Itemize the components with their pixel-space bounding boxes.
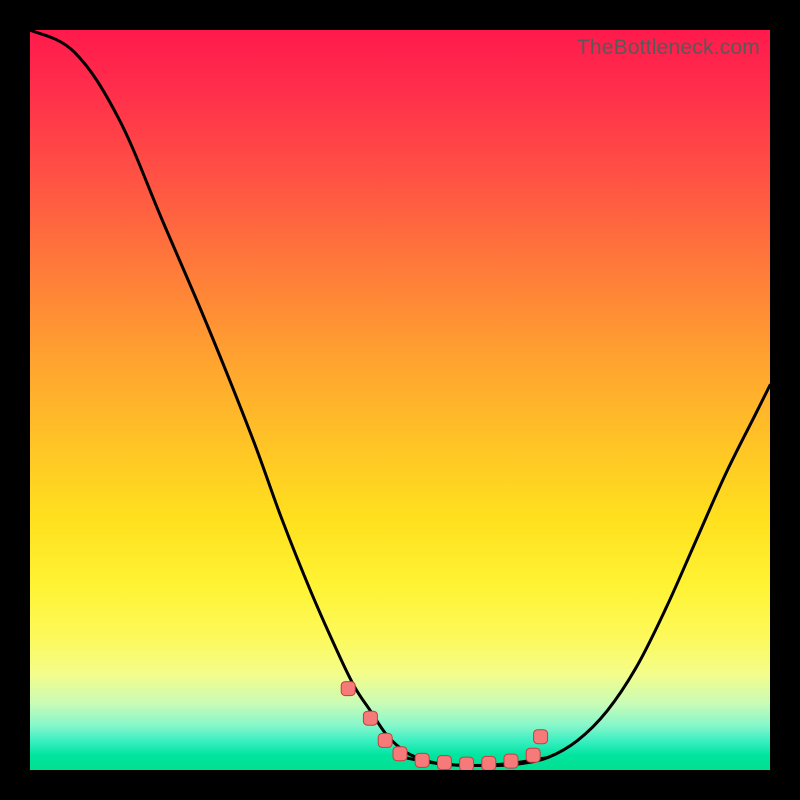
marker-point <box>415 753 429 767</box>
marker-point <box>341 682 355 696</box>
curve-left-curve <box>30 30 467 766</box>
marker-point <box>393 747 407 761</box>
chart-plot-area: TheBottleneck.com <box>30 30 770 770</box>
curve-right-curve <box>496 385 770 765</box>
marker-point <box>460 757 474 770</box>
marker-point <box>526 748 540 762</box>
marker-point <box>437 756 451 770</box>
marker-point <box>534 730 548 744</box>
chart-svg <box>30 30 770 770</box>
marker-point <box>363 711 377 725</box>
watermark-text: TheBottleneck.com <box>577 36 760 60</box>
marker-point <box>378 733 392 747</box>
marker-dots <box>341 682 547 770</box>
curve-lines <box>30 30 770 766</box>
marker-point <box>504 754 518 768</box>
marker-point <box>482 756 496 770</box>
chart-outer-frame: TheBottleneck.com <box>0 0 800 800</box>
